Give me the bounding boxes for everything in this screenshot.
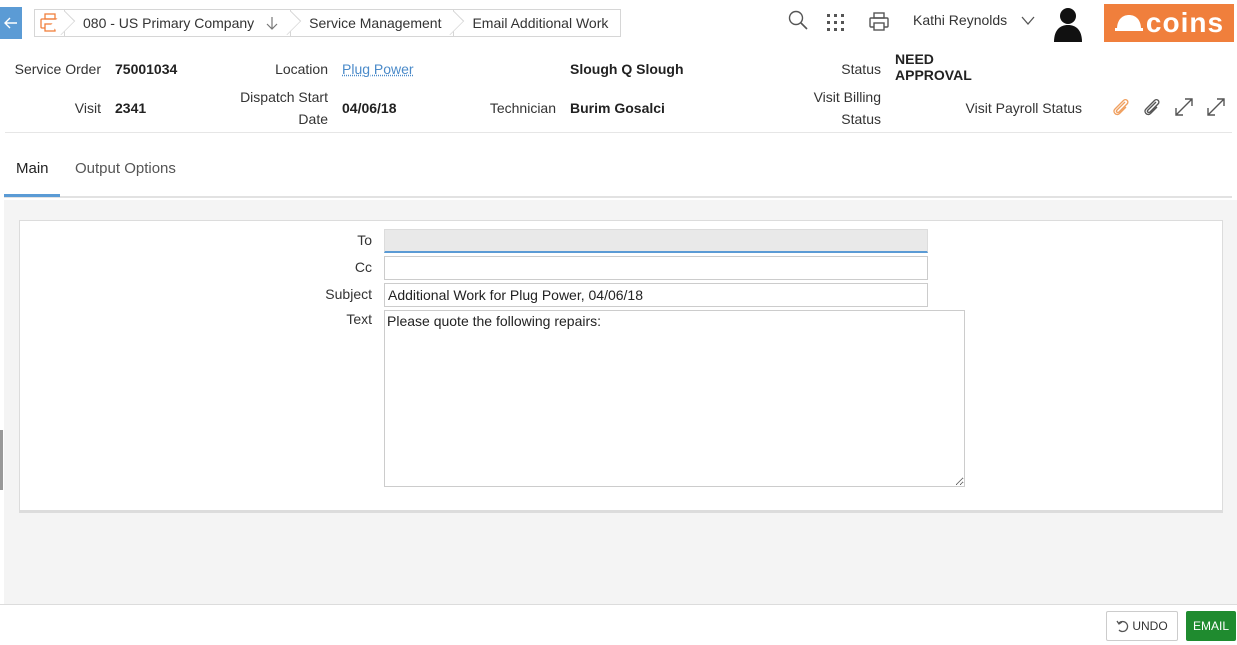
undo-button[interactable]: UNDO — [1106, 611, 1178, 641]
paperclip-icon[interactable] — [1111, 98, 1131, 118]
email-button[interactable]: EMAIL — [1186, 611, 1236, 641]
visit-billing-status-label: Visit Billing Status — [760, 86, 881, 130]
cc-field[interactable] — [384, 256, 928, 280]
text-label: Text — [346, 311, 372, 327]
arrow-down-icon[interactable] — [266, 16, 278, 30]
main-content: To Cc Subject Text Please quote the foll… — [4, 200, 1237, 604]
arrow-left-icon — [4, 17, 17, 29]
expand-icon[interactable] — [1173, 96, 1195, 118]
undo-label: UNDO — [1132, 619, 1168, 633]
coins-logo: coins — [1104, 4, 1234, 42]
footer-bar: UNDO EMAIL — [0, 604, 1237, 645]
tab-bar: Main Output Options — [4, 140, 1232, 198]
billing-label-line2: Status — [841, 111, 881, 127]
breadcrumb-company-label: 080 - US Primary Company — [83, 15, 255, 31]
breadcrumb-page-label: Email Additional Work — [472, 15, 609, 31]
user-name-label: Kathi Reynolds — [913, 12, 1008, 28]
to-label: To — [357, 232, 372, 248]
dispatch-start-date-value: 04/06/18 — [342, 100, 397, 116]
billing-label-line1: Visit Billing — [813, 89, 881, 105]
status-value: NEED APPROVAL — [895, 51, 972, 83]
visit-value: 2341 — [115, 100, 147, 116]
apps-grid-icon[interactable] — [827, 14, 844, 31]
technician-value: Burim Gosalci — [570, 100, 665, 116]
site-value: Slough Q Slough — [570, 61, 684, 77]
status-value-line1: NEED — [895, 51, 934, 67]
to-field[interactable] — [384, 229, 928, 253]
header-divider — [5, 132, 1232, 133]
subject-field[interactable] — [384, 283, 928, 307]
service-order-header: Service Order 75001034 Location Plug Pow… — [0, 48, 1237, 134]
dispatch-label-line2: Date — [298, 111, 328, 127]
hard-hat-icon — [1114, 15, 1143, 31]
chevron-down-icon — [1021, 16, 1035, 25]
printer-icon[interactable] — [868, 12, 890, 32]
technician-label: Technician — [489, 100, 556, 116]
location-label: Location — [275, 61, 328, 77]
logo-text: coins — [1145, 7, 1225, 38]
back-button[interactable] — [0, 7, 22, 39]
subject-label: Subject — [325, 286, 372, 302]
avatar-icon[interactable] — [1052, 6, 1084, 42]
status-value-line2: APPROVAL — [895, 67, 972, 83]
visit-label: Visit — [74, 100, 101, 116]
service-order-value: 75001034 — [115, 61, 178, 77]
side-panel-grip[interactable] — [0, 430, 3, 490]
breadcrumb: 080 - US Primary Company Service Managem… — [34, 9, 622, 37]
visit-payroll-status-label: Visit Payroll Status — [965, 100, 1082, 116]
breadcrumb-home[interactable] — [34, 9, 76, 37]
top-bar: 080 - US Primary Company Service Managem… — [0, 0, 1237, 46]
status-label: Status — [841, 61, 881, 77]
user-menu[interactable]: Kathi Reynolds — [913, 12, 1035, 28]
breadcrumb-module-label: Service Management — [309, 15, 442, 31]
active-tab-indicator — [4, 194, 60, 197]
tab-main[interactable]: Main — [16, 160, 49, 177]
location-link[interactable]: Plug Power — [342, 58, 414, 80]
tab-output-options[interactable]: Output Options — [75, 160, 176, 177]
service-order-label: Service Order — [14, 61, 101, 77]
breadcrumb-module[interactable]: Service Management — [290, 9, 465, 37]
paperclip-icon[interactable] — [1142, 98, 1162, 118]
email-form-panel: To Cc Subject Text Please quote the foll… — [19, 220, 1223, 513]
search-icon[interactable] — [788, 10, 808, 30]
text-area[interactable]: Please quote the following repairs: — [384, 310, 965, 487]
undo-icon — [1116, 620, 1129, 633]
dispatch-label-line1: Dispatch Start — [240, 89, 328, 105]
expand-icon[interactable] — [1205, 96, 1227, 118]
cc-label: Cc — [354, 259, 372, 275]
breadcrumb-page[interactable]: Email Additional Work — [453, 9, 622, 37]
breadcrumb-company[interactable]: 080 - US Primary Company — [64, 9, 302, 37]
dispatch-start-date-label: Dispatch Start Date — [200, 86, 328, 130]
